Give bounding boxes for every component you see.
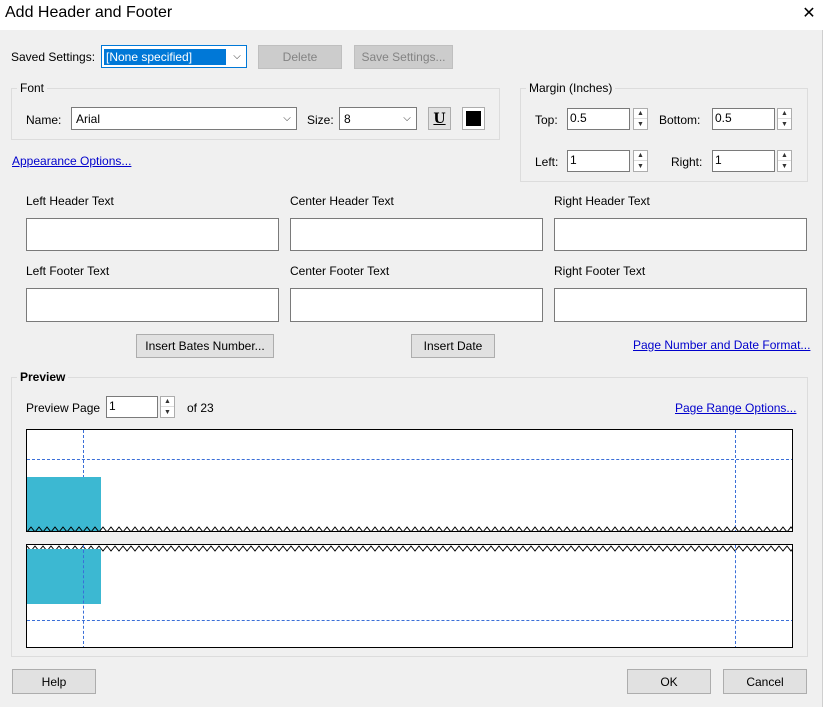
saved-settings-label: Saved Settings: bbox=[11, 50, 96, 64]
margin-group-label: Margin (Inches) bbox=[526, 81, 616, 95]
saved-settings-value: [None specified] bbox=[104, 48, 226, 65]
color-swatch-icon bbox=[466, 111, 481, 126]
font-name-value: Arial bbox=[76, 111, 101, 126]
margin-left-label: Left: bbox=[535, 155, 559, 169]
center-header-input[interactable] bbox=[290, 218, 543, 251]
spin-up-icon[interactable]: ▲ bbox=[778, 151, 791, 161]
chevron-down-icon: ⌵ bbox=[283, 113, 291, 124]
right-margin-guide bbox=[735, 430, 736, 531]
preview-page-label: Preview Page bbox=[26, 401, 101, 415]
font-size-dropdown[interactable]: 8 ⌵ bbox=[339, 107, 417, 130]
margin-bottom-stepper[interactable]: ▲ ▼ bbox=[777, 108, 792, 130]
margin-left-stepper[interactable]: ▲ ▼ bbox=[633, 150, 648, 172]
spin-up-icon[interactable]: ▲ bbox=[778, 109, 791, 119]
spin-up-icon[interactable]: ▲ bbox=[161, 397, 174, 407]
chevron-down-icon: ⌵ bbox=[403, 113, 411, 124]
spin-down-icon[interactable]: ▼ bbox=[634, 161, 647, 171]
insert-bates-number-button[interactable]: Insert Bates Number... bbox=[136, 334, 274, 358]
center-footer-label: Center Footer Text bbox=[290, 264, 390, 278]
save-settings-button[interactable]: Save Settings... bbox=[354, 45, 453, 69]
help-button[interactable]: Help bbox=[12, 669, 96, 694]
page-content-block bbox=[27, 549, 101, 604]
center-footer-input[interactable] bbox=[290, 288, 543, 322]
cancel-button[interactable]: Cancel bbox=[723, 669, 807, 694]
header-preview-pane bbox=[26, 429, 793, 532]
font-color-button[interactable] bbox=[462, 107, 485, 130]
margin-top-label: Top: bbox=[535, 113, 558, 127]
saved-settings-dropdown[interactable]: [None specified] ⌵ bbox=[101, 45, 247, 68]
font-size-value: 8 bbox=[344, 111, 351, 126]
page-number-date-format-link[interactable]: Page Number and Date Format... bbox=[633, 338, 810, 352]
spin-down-icon[interactable]: ▼ bbox=[634, 119, 647, 129]
margin-bottom-input[interactable]: 0.5 bbox=[712, 108, 775, 130]
left-footer-input[interactable] bbox=[26, 288, 279, 322]
font-name-label: Name: bbox=[26, 113, 62, 127]
margin-right-value: 1 bbox=[715, 153, 722, 167]
preview-group-label: Preview bbox=[17, 370, 69, 384]
font-name-dropdown[interactable]: Arial ⌵ bbox=[71, 107, 297, 130]
left-header-label: Left Header Text bbox=[26, 194, 114, 208]
margin-top-input[interactable]: 0.5 bbox=[567, 108, 630, 130]
margin-right-label: Right: bbox=[671, 155, 703, 169]
margin-bottom-label: Bottom: bbox=[659, 113, 701, 127]
spin-down-icon[interactable]: ▼ bbox=[161, 407, 174, 417]
footer-preview-pane bbox=[26, 544, 793, 648]
insert-date-button[interactable]: Insert Date bbox=[411, 334, 495, 358]
spin-up-icon[interactable]: ▲ bbox=[634, 109, 647, 119]
preview-page-value: 1 bbox=[109, 399, 116, 413]
close-icon[interactable]: ✕ bbox=[799, 4, 819, 24]
underline-button[interactable]: U bbox=[428, 107, 451, 130]
right-header-label: Right Header Text bbox=[554, 194, 650, 208]
header-margin-guide bbox=[27, 459, 792, 460]
ok-button[interactable]: OK bbox=[627, 669, 711, 694]
tear-edge-icon bbox=[27, 526, 792, 531]
right-margin-guide bbox=[735, 545, 736, 647]
appearance-options-link[interactable]: Appearance Options... bbox=[12, 154, 131, 168]
center-header-label: Center Header Text bbox=[290, 194, 394, 208]
page-content-block bbox=[27, 477, 101, 531]
margin-left-value: 1 bbox=[570, 153, 577, 167]
margin-top-stepper[interactable]: ▲ ▼ bbox=[633, 108, 648, 130]
right-footer-input[interactable] bbox=[554, 288, 807, 322]
window-title: Add Header and Footer bbox=[5, 4, 173, 21]
margin-right-stepper[interactable]: ▲ ▼ bbox=[777, 150, 792, 172]
underline-icon: U bbox=[433, 110, 446, 127]
preview-page-input[interactable]: 1 bbox=[106, 396, 158, 418]
right-header-input[interactable] bbox=[554, 218, 807, 251]
tear-edge-icon bbox=[27, 545, 792, 552]
page-range-options-link[interactable]: Page Range Options... bbox=[675, 401, 796, 415]
margin-top-value: 0.5 bbox=[570, 111, 587, 125]
preview-page-stepper[interactable]: ▲ ▼ bbox=[160, 396, 175, 418]
delete-button[interactable]: Delete bbox=[258, 45, 342, 69]
window-edge bbox=[822, 30, 829, 707]
left-margin-guide bbox=[83, 545, 84, 647]
left-footer-label: Left Footer Text bbox=[26, 264, 110, 278]
spin-down-icon[interactable]: ▼ bbox=[778, 161, 791, 171]
chevron-down-icon: ⌵ bbox=[233, 51, 241, 62]
left-header-input[interactable] bbox=[26, 218, 279, 251]
spin-down-icon[interactable]: ▼ bbox=[778, 119, 791, 129]
margin-bottom-value: 0.5 bbox=[715, 111, 732, 125]
spin-up-icon[interactable]: ▲ bbox=[634, 151, 647, 161]
font-group-label: Font bbox=[17, 81, 48, 95]
right-footer-label: Right Footer Text bbox=[554, 264, 646, 278]
footer-margin-guide bbox=[27, 620, 792, 621]
preview-page-count: of 23 bbox=[187, 401, 214, 415]
margin-left-input[interactable]: 1 bbox=[567, 150, 630, 172]
margin-right-input[interactable]: 1 bbox=[712, 150, 775, 172]
font-size-label: Size: bbox=[307, 113, 334, 127]
